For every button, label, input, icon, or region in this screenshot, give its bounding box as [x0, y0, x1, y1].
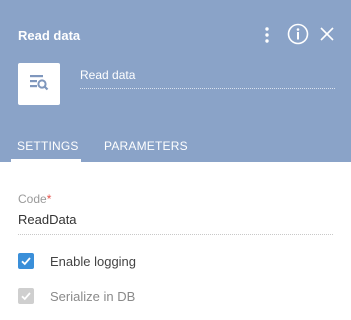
tab-settings[interactable]: SETTINGS — [17, 139, 79, 153]
active-tab-indicator — [11, 159, 81, 162]
info-icon[interactable] — [287, 23, 309, 45]
serialize-in-db-label: Serialize in DB — [50, 289, 136, 304]
element-name[interactable]: Read data — [80, 68, 335, 82]
code-field-label: Code* — [18, 192, 51, 206]
panel-header: Read data Read data SETTINGS PARAMETERS — [0, 0, 351, 162]
read-data-icon — [27, 70, 51, 99]
code-input[interactable] — [18, 212, 331, 227]
panel-title: Read data — [18, 28, 81, 43]
close-icon[interactable] — [318, 25, 336, 43]
checkmark-icon — [21, 257, 31, 266]
checkmark-icon — [21, 292, 31, 301]
enable-logging-checkbox[interactable] — [18, 253, 34, 269]
serialize-in-db-checkbox — [18, 288, 34, 304]
code-field-underline — [18, 234, 333, 235]
element-name-underline — [80, 88, 335, 89]
tab-parameters[interactable]: PARAMETERS — [104, 139, 188, 153]
element-icon-box — [18, 63, 60, 105]
required-marker: * — [46, 192, 52, 206]
code-label-text: Code — [18, 192, 47, 206]
kebab-menu-icon[interactable] — [258, 25, 276, 45]
enable-logging-label[interactable]: Enable logging — [50, 254, 136, 269]
